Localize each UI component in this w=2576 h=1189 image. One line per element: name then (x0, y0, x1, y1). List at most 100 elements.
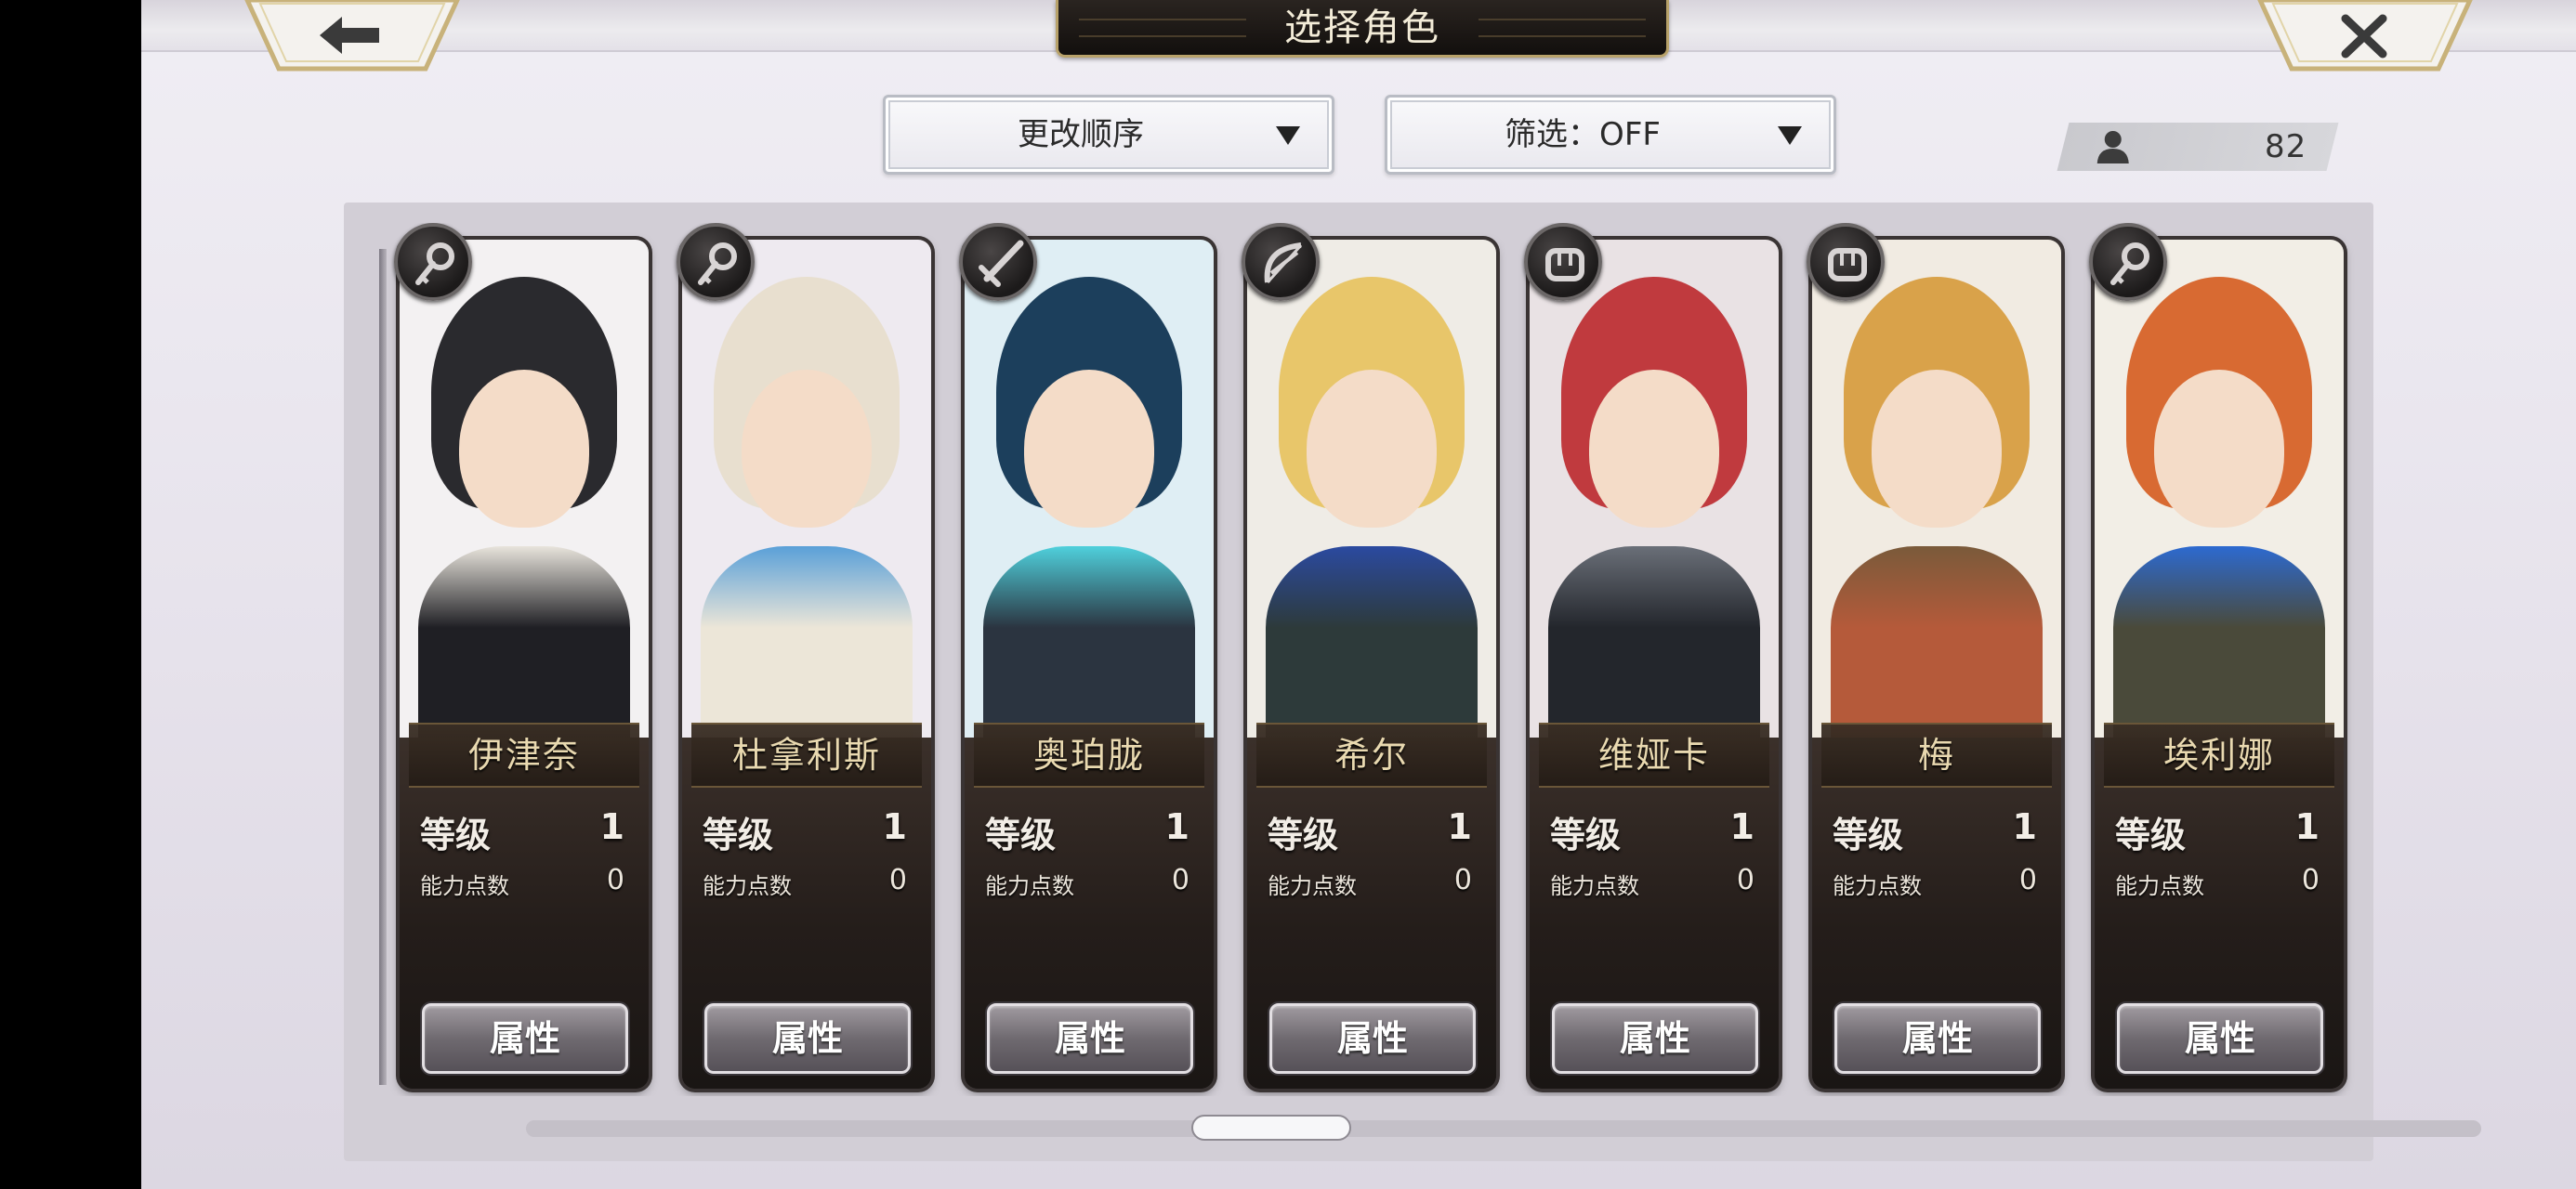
class-badge (1524, 223, 1602, 301)
card-frame: 希尔 等级 1 能力点数 0 属性 (1247, 240, 1496, 1089)
character-name: 埃利娜 (2162, 735, 2275, 776)
attributes-button-label: 属性 (1901, 1018, 1973, 1059)
portrait-face (1872, 370, 2002, 528)
level-label: 等级 (2115, 815, 2187, 856)
level-value: 1 (1729, 806, 1755, 847)
ability-points-value: 0 (1736, 864, 1755, 896)
character-card[interactable]: 梅等级 1 能力点数 0 属性 (1807, 223, 2061, 1089)
level-label: 等级 (1833, 815, 1904, 856)
person-icon (2096, 131, 2129, 163)
level-label: 等级 (420, 815, 492, 856)
horizontal-scroll-track[interactable] (526, 1120, 2481, 1137)
ability-points-label: 能力点数 (420, 873, 509, 899)
sort-order-dropdown[interactable]: 更改顺序 (883, 95, 1334, 175)
character-card[interactable]: 希尔 等级 1 能力点数 0 属性 (1242, 223, 1496, 1089)
portrait-face (1307, 370, 1437, 528)
character-portrait (682, 240, 931, 751)
key-icon (415, 242, 454, 285)
character-portrait (965, 240, 1214, 751)
level-value: 1 (882, 806, 907, 847)
character-count-badge: 82 (2057, 123, 2339, 171)
horizontal-scroll-thumb[interactable] (1191, 1115, 1351, 1141)
portrait-body (983, 546, 1195, 751)
ability-points-label: 能力点数 (1833, 873, 1922, 899)
attributes-button-label: 属性 (2184, 1018, 2255, 1059)
card-frame: 奥珀胧 等级 1 能力点数 0 属性 (965, 240, 1214, 1089)
close-button[interactable] (2256, 0, 2474, 72)
portrait-face (1589, 370, 1719, 528)
portrait-face (2154, 370, 2284, 528)
character-card[interactable]: 维娅卡等级 1 能力点数 0 属性 (1524, 223, 1779, 1089)
page-title: 选择角色 (1284, 7, 1440, 49)
fist-icon (1828, 248, 1867, 281)
attributes-button[interactable]: 属性 (987, 1003, 1193, 1074)
attributes-button-label: 属性 (1336, 1018, 1408, 1059)
character-card[interactable]: 埃利娜 等级 1 能力点数 0 属性 (2089, 223, 2344, 1089)
level-label: 等级 (1268, 815, 1339, 856)
class-badge (1807, 223, 1885, 301)
attributes-button[interactable]: 属性 (1269, 1003, 1476, 1074)
character-portrait (2095, 240, 2344, 751)
ability-points-label: 能力点数 (2115, 873, 2204, 899)
attributes-button-label: 属性 (1054, 1018, 1125, 1059)
card-frame: 杜拿利斯 等级 1 能力点数 0 属性 (682, 240, 931, 1089)
attributes-button[interactable]: 属性 (422, 1003, 628, 1074)
ability-points-label: 能力点数 (1268, 873, 1357, 899)
character-name: 维娅卡 (1597, 735, 1710, 776)
level-value: 1 (2294, 806, 2320, 847)
attributes-button[interactable]: 属性 (1834, 1003, 2041, 1074)
dropdown-arrow-icon (1778, 126, 1802, 145)
character-card[interactable]: 杜拿利斯 等级 1 能力点数 0 属性 (677, 223, 931, 1089)
attributes-button[interactable]: 属性 (1552, 1003, 1758, 1074)
ability-points-value: 0 (606, 864, 624, 896)
portrait-face (459, 370, 589, 528)
ability-points-value: 0 (2018, 864, 2037, 896)
character-name: 杜拿利斯 (731, 735, 881, 776)
class-badge (677, 223, 755, 301)
card-frame: 梅等级 1 能力点数 0 属性 (1812, 240, 2061, 1089)
character-name: 梅 (1917, 735, 1955, 776)
portrait-face (742, 370, 872, 528)
sort-order-label: 更改顺序 (1018, 116, 1144, 153)
filter-label: 筛选：OFF (1505, 116, 1661, 153)
character-name-bar: 伊津奈 (409, 723, 639, 788)
portrait-body (2113, 546, 2325, 751)
character-name: 伊津奈 (467, 735, 580, 776)
panel-left-edge (379, 249, 387, 1085)
class-badge (1242, 223, 1320, 301)
ability-points-value: 0 (1453, 864, 1472, 896)
character-count: 82 (2264, 128, 2307, 165)
ability-points-label: 能力点数 (1550, 873, 1639, 899)
portrait-body (1548, 546, 1760, 751)
character-portrait (1812, 240, 2061, 751)
class-badge (394, 223, 472, 301)
class-badge (959, 223, 1037, 301)
portrait-body (1831, 546, 2043, 751)
character-name: 奥珀胧 (1032, 735, 1145, 776)
level-label: 等级 (985, 815, 1057, 856)
level-label: 等级 (703, 815, 774, 856)
back-button[interactable] (243, 0, 461, 72)
level-value: 1 (1447, 806, 1472, 847)
character-portrait (400, 240, 649, 751)
character-name-bar: 埃利娜 (2104, 723, 2334, 788)
attributes-button[interactable]: 属性 (704, 1003, 911, 1074)
portrait-body (1266, 546, 1478, 751)
ability-points-label: 能力点数 (703, 873, 792, 899)
portrait-face (1024, 370, 1154, 528)
character-select-screen: 选择角色 更改顺序 筛选：OFF 82 伊津奈等级 1 能力点数 0 属性 杜拿利斯等级 1… (141, 0, 2576, 1189)
dropdown-arrow-icon (1276, 126, 1300, 145)
filter-dropdown[interactable]: 筛选：OFF (1385, 95, 1836, 175)
key-icon (698, 242, 737, 285)
attributes-button[interactable]: 属性 (2117, 1003, 2323, 1074)
level-value: 1 (1164, 806, 1189, 847)
character-name-bar: 杜拿利斯 (691, 723, 922, 788)
character-cards-scroller[interactable]: 伊津奈等级 1 能力点数 0 属性 杜拿利斯等级 1 能力点数 0 属性 奥珀胧等级 1 能力点数 0 属性… (387, 223, 2477, 1096)
level-label: 等级 (1550, 815, 1622, 856)
attributes-button-label: 属性 (1619, 1018, 1690, 1059)
character-card[interactable]: 伊津奈等级 1 能力点数 0 属性 (394, 223, 649, 1089)
character-card[interactable]: 奥珀胧 等级 1 能力点数 0 属性 (959, 223, 1214, 1089)
level-value: 1 (599, 806, 624, 847)
ability-points-value: 0 (1171, 864, 1189, 896)
level-value: 1 (2012, 806, 2037, 847)
